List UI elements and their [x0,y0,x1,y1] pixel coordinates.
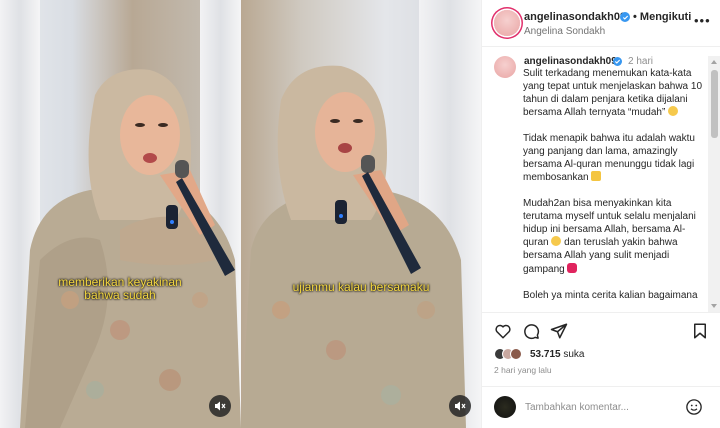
post-side-panel: angelinasondakh09 • Mengikuti Angelina S… [481,0,720,428]
verified-badge-icon [613,57,622,66]
avatar[interactable] [494,10,520,36]
liker-avatar [510,348,522,360]
caption-text: Sulit terkadang menemukan kata-kata yang… [523,68,703,310]
share-icon[interactable] [550,322,568,340]
bookmark-icon[interactable] [691,322,709,340]
scroll-down-arrow-icon[interactable] [711,304,717,308]
comment-bar: Tambahkan komentar... [482,386,720,428]
verified-badge-icon [620,12,630,22]
singer-illustration [20,69,241,428]
post-header: angelinasondakh09 • Mengikuti Angelina S… [482,0,720,47]
caption-username-link[interactable]: angelinasondakh09 [524,56,617,67]
caption-paragraph: Mudah2an bisa menyakinkan kita terutama … [523,198,703,277]
caption-paragraph-text: Tidak menapik bahwa itu adalah waktu yan… [523,132,695,184]
speaker-muted-icon [215,401,226,411]
caption-paragraph: Sulit terkadang menemukan kata-kata yang… [523,68,703,120]
caption-scroll-area[interactable]: angelinasondakh09 2 hari Sulit terkadang… [482,48,720,310]
smiling-emoji-icon [668,106,679,117]
comment-input[interactable]: Tambahkan komentar... [525,402,629,413]
heart-emoji-icon [567,262,578,273]
video-frame-right[interactable]: ujianmu kalau bersamaku [241,0,481,428]
caption-time: 2 hari [628,56,654,67]
caption-paragraph: Boleh ya minta cerita kalian bagaimana [523,290,703,303]
likes-count[interactable]: 53.715 suka [530,349,585,360]
singer-illustration [241,65,466,428]
mute-button[interactable] [209,395,231,417]
likes-number: 53.715 [530,349,561,360]
sparkles-emoji-icon [591,171,602,182]
mute-button[interactable] [449,395,471,417]
video-frame-left[interactable]: memberikan keyakinan bahwa sudah [0,0,241,428]
scrollbar-thumb[interactable] [711,70,718,138]
speaker-muted-icon [455,401,466,411]
video-subtitle: ujianmu kalau bersamaku [292,280,430,294]
more-options-icon[interactable]: ••• [694,13,711,28]
caption-avatar[interactable] [494,56,516,78]
actions-divider [482,312,720,313]
likes-label: suka [563,349,585,360]
scroll-up-arrow-icon[interactable] [711,60,717,64]
caption-paragraph: Tidak menapik bahwa itu adalah waktu yan… [523,133,703,185]
full-name: Angelina Sondakh [524,26,606,37]
caption-paragraph-text: Boleh ya minta cerita kalian bagaimana [523,289,698,301]
follow-label: Mengikuti [639,11,692,23]
follow-status-button[interactable]: • Mengikuti [633,11,691,23]
hugging-emoji-icon [551,236,562,247]
username-link[interactable]: angelinasondakh09 [524,11,626,23]
heart-icon[interactable] [494,322,512,340]
post-media[interactable]: memberikan keyakinan bahwa sudah ujianmu… [0,0,481,428]
caption-scrollbar[interactable] [708,56,720,312]
current-user-avatar [494,396,516,418]
emoji-picker-icon[interactable] [685,398,703,416]
comment-icon[interactable] [522,322,540,340]
video-subtitle: memberikan keyakinan bahwa sudah [58,275,182,302]
post-time-ago[interactable]: 2 hari yang lalu [494,365,552,375]
